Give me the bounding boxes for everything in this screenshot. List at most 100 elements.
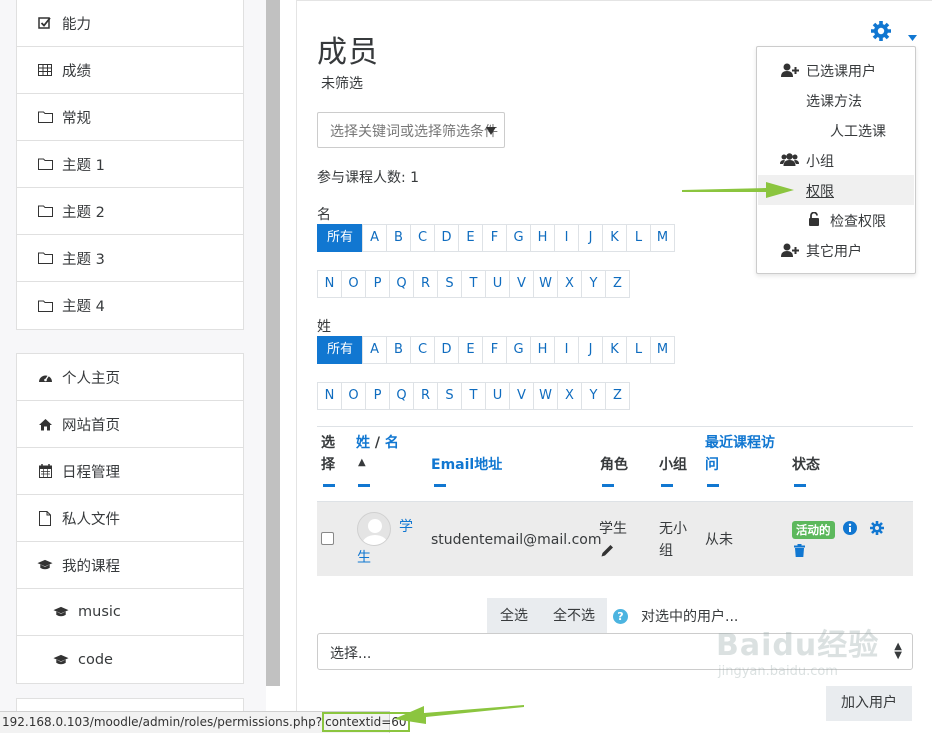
firstname-initial-k[interactable]: K: [602, 224, 628, 252]
firstname-initial-e[interactable]: E: [458, 224, 484, 252]
collapse-icon[interactable]: [358, 484, 370, 487]
gear-icon[interactable]: [870, 521, 884, 539]
avatar[interactable]: [357, 512, 391, 546]
firstname-initial-o[interactable]: O: [341, 270, 366, 298]
firstname-initial-a[interactable]: A: [362, 224, 388, 252]
lastname-initial-x[interactable]: X: [557, 382, 582, 410]
page-actions-menu[interactable]: [870, 20, 917, 46]
lastname-initial-c[interactable]: C: [410, 336, 436, 364]
deselect-all-button[interactable]: 全不选: [541, 598, 607, 634]
firstname-initial-q[interactable]: Q: [389, 270, 414, 298]
firstname-initial-n[interactable]: N: [317, 270, 342, 298]
lastname-initial-e[interactable]: E: [458, 336, 484, 364]
firstname-initial-b[interactable]: B: [386, 224, 412, 252]
menu-item-other-users[interactable]: 其它用户: [806, 241, 862, 261]
lastname-initial-w[interactable]: W: [533, 382, 558, 410]
lastname-initial-r[interactable]: R: [413, 382, 438, 410]
sort-firstname-link[interactable]: 名: [385, 435, 399, 451]
nav-item-private-files[interactable]: 私人文件: [17, 495, 243, 542]
nav-item-dashboard[interactable]: 个人主页: [17, 354, 243, 401]
user-name-link[interactable]: 学: [399, 516, 413, 538]
info-icon[interactable]: [843, 521, 857, 539]
header-last-access[interactable]: 最近课程访问: [705, 432, 785, 476]
firstname-initial-j[interactable]: J: [578, 224, 604, 252]
firstname-initial-i[interactable]: I: [554, 224, 580, 252]
row-checkbox[interactable]: [321, 532, 334, 545]
nav-item-calendar[interactable]: 日程管理: [17, 448, 243, 495]
lastname-initial-m[interactable]: M: [650, 336, 676, 364]
select-all-button[interactable]: 全选: [487, 598, 541, 634]
collapse-icon[interactable]: [794, 484, 806, 487]
firstname-initial-g[interactable]: G: [506, 224, 532, 252]
menu-item-permissions[interactable]: 权限: [806, 181, 834, 201]
firstname-initial-r[interactable]: R: [413, 270, 438, 298]
lastname-initial-d[interactable]: D: [434, 336, 460, 364]
lastname-initial-q[interactable]: Q: [389, 382, 414, 410]
nav-scrollbar[interactable]: [266, 0, 280, 686]
pencil-icon[interactable]: [601, 544, 614, 561]
firstname-initial-y[interactable]: Y: [581, 270, 606, 298]
collapse-icon[interactable]: [602, 484, 614, 487]
firstname-initial-s[interactable]: S: [437, 270, 462, 298]
gear-icon[interactable]: [870, 21, 892, 46]
firstname-initial-d[interactable]: D: [434, 224, 460, 252]
sort-lastname-link[interactable]: 姓: [356, 435, 370, 451]
menu-item-groups[interactable]: 小组: [806, 151, 834, 171]
lastname-initial-p[interactable]: P: [365, 382, 390, 410]
lastname-initial-s[interactable]: S: [437, 382, 462, 410]
collapse-icon[interactable]: [661, 484, 673, 487]
nav-item-course-code[interactable]: code: [17, 636, 243, 683]
firstname-initial-z[interactable]: Z: [605, 270, 630, 298]
lastname-initial-y[interactable]: Y: [581, 382, 606, 410]
help-icon[interactable]: ?: [613, 609, 628, 624]
nav-item-topic-1[interactable]: 主题 1: [17, 141, 243, 188]
header-email[interactable]: Email地址: [431, 454, 502, 476]
nav-item-course-music[interactable]: music: [17, 589, 243, 636]
nav-item-my-courses[interactable]: 我的课程: [17, 542, 243, 589]
nav-item-general[interactable]: 常规: [17, 94, 243, 141]
lastname-initial-k[interactable]: K: [602, 336, 628, 364]
firstname-initial-u[interactable]: U: [485, 270, 510, 298]
lastname-initial-h[interactable]: H: [530, 336, 556, 364]
menu-item-enrolled-users[interactable]: 已选课用户: [806, 61, 876, 81]
firstname-initial-w[interactable]: W: [533, 270, 558, 298]
caret-down-icon[interactable]: [908, 29, 917, 45]
lastname-initial-g[interactable]: G: [506, 336, 532, 364]
firstname-initial-h[interactable]: H: [530, 224, 556, 252]
lastname-initial-u[interactable]: U: [485, 382, 510, 410]
lastname-initial-n[interactable]: N: [317, 382, 342, 410]
firstname-initial-t[interactable]: T: [461, 270, 486, 298]
firstname-initial-v[interactable]: V: [509, 270, 534, 298]
lastname-initial-t[interactable]: T: [461, 382, 486, 410]
lastname-initial-b[interactable]: B: [386, 336, 412, 364]
lastname-initial-i[interactable]: I: [554, 336, 580, 364]
lastname-initial-z[interactable]: Z: [605, 382, 630, 410]
collapse-icon[interactable]: [707, 484, 719, 487]
nav-item-competencies[interactable]: 能力: [17, 0, 243, 47]
collapse-icon[interactable]: [434, 484, 446, 487]
menu-item-manual-enrolment[interactable]: 人工选课: [830, 121, 886, 141]
lastname-initial-f[interactable]: F: [482, 336, 508, 364]
lastname-initial-l[interactable]: L: [626, 336, 652, 364]
firstname-initial-m[interactable]: M: [650, 224, 676, 252]
firstname-initial-l[interactable]: L: [626, 224, 652, 252]
menu-item-enrolment-methods[interactable]: 选课方法: [806, 91, 862, 111]
nav-item-topic-2[interactable]: 主题 2: [17, 188, 243, 235]
filter-select[interactable]: 选择关键词或选择筛选条件: [317, 112, 505, 148]
firstname-initial-all[interactable]: 所有: [317, 224, 364, 252]
user-name-link-wrap[interactable]: 生: [357, 547, 371, 569]
lastname-initial-j[interactable]: J: [578, 336, 604, 364]
firstname-initial-f[interactable]: F: [482, 224, 508, 252]
nav-item-topic-4[interactable]: 主题 4: [17, 282, 243, 329]
lastname-initial-o[interactable]: O: [341, 382, 366, 410]
nav-item-grades[interactable]: 成绩: [17, 47, 243, 94]
firstname-initial-p[interactable]: P: [365, 270, 390, 298]
lastname-initial-a[interactable]: A: [362, 336, 388, 364]
nav-item-site-home[interactable]: 网站首页: [17, 401, 243, 448]
firstname-initial-c[interactable]: C: [410, 224, 436, 252]
trash-icon[interactable]: [794, 544, 805, 561]
lastname-initial-all[interactable]: 所有: [317, 336, 364, 364]
collapse-icon[interactable]: [323, 484, 335, 487]
nav-item-topic-3[interactable]: 主题 3: [17, 235, 243, 282]
menu-item-check-permissions[interactable]: 检查权限: [830, 211, 886, 231]
